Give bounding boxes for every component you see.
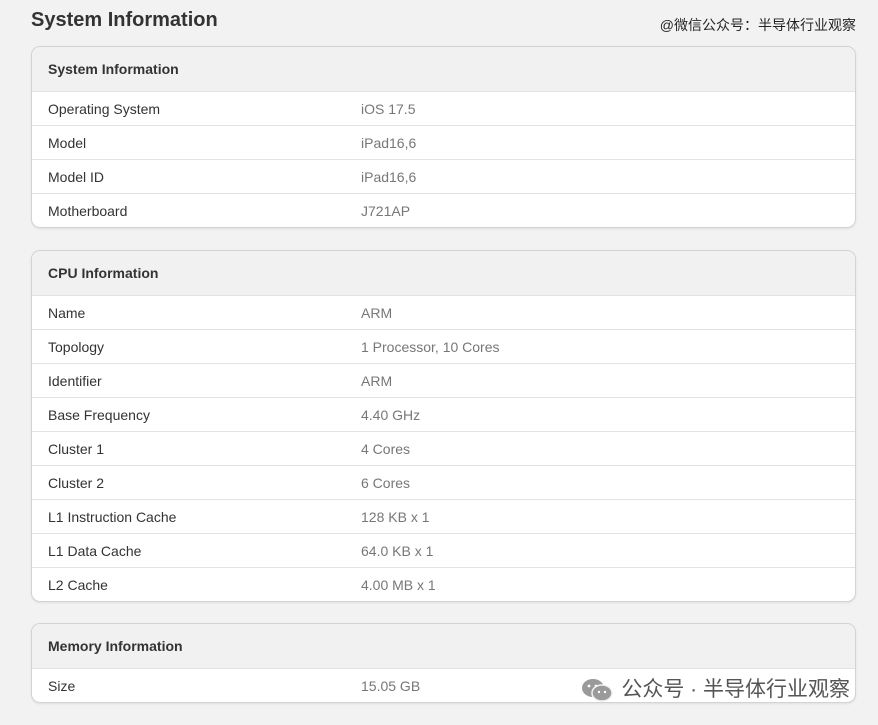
row-value: 1 Processor, 10 Cores: [361, 338, 500, 355]
row-value: iPad16,6: [361, 134, 417, 151]
row-value: iPad16,6: [361, 168, 417, 185]
row-value: 4.40 GHz: [361, 406, 421, 423]
table-row: Motherboard J721AP: [32, 193, 855, 227]
row-value: J721AP: [361, 202, 411, 219]
row-value: 6 Cores: [361, 474, 411, 491]
table-row: Topology 1 Processor, 10 Cores: [32, 329, 855, 363]
table-row: L1 Data Cache 64.0 KB x 1: [32, 533, 855, 567]
card-header: Memory Information: [32, 624, 855, 668]
cpu-information-card: CPU Information Name ARM Topology 1 Proc…: [31, 250, 856, 602]
row-label: Motherboard: [48, 202, 128, 219]
row-label: Model ID: [48, 168, 105, 185]
row-label: Cluster 1: [48, 440, 105, 457]
row-label: Cluster 2: [48, 474, 105, 491]
row-label: L1 Data Cache: [48, 542, 142, 559]
page-title: System Information: [31, 9, 218, 31]
card-header: CPU Information: [32, 251, 855, 295]
row-label: Name: [48, 304, 86, 321]
watermark-text: @微信公众号：半导体行业观察: [659, 17, 856, 33]
row-value: 4 Cores: [361, 440, 411, 457]
table-row: L2 Cache 4.00 MB x 1: [32, 567, 855, 601]
row-value: iOS 17.5: [361, 100, 416, 117]
watermark-text: 公众号 · 半导体行业观察: [621, 678, 850, 701]
row-value: 64.0 KB x 1: [361, 542, 434, 559]
table-row: Model iPad16,6: [32, 125, 855, 159]
wechat-icon: [582, 679, 614, 702]
row-label: L2 Cache: [48, 576, 108, 593]
table-row: L1 Instruction Cache 128 KB x 1: [32, 499, 855, 533]
card-header: System Information: [32, 47, 855, 91]
table-row: Base Frequency 4.40 GHz: [32, 397, 855, 431]
system-information-card: System Information Operating System iOS …: [31, 46, 856, 228]
table-row: Name ARM: [32, 295, 855, 329]
table-row: Cluster 2 6 Cores: [32, 465, 855, 499]
row-label: Size: [48, 677, 76, 694]
table-row: Cluster 1 4 Cores: [32, 431, 855, 465]
row-label: Topology: [48, 338, 105, 355]
table-row: Operating System iOS 17.5: [32, 91, 855, 125]
row-value: 128 KB x 1: [361, 508, 430, 525]
row-value: ARM: [361, 304, 393, 321]
watermark-badge: 公众号 · 半导体行业观察: [581, 676, 850, 704]
row-value: 15.05 GB: [361, 677, 421, 694]
row-label: L1 Instruction Cache: [48, 508, 177, 525]
table-row: Identifier ARM: [32, 363, 855, 397]
row-value: ARM: [361, 372, 393, 389]
row-label: Identifier: [48, 372, 102, 389]
row-label: Operating System: [48, 100, 161, 117]
table-row: Model ID iPad16,6: [32, 159, 855, 193]
row-label: Base Frequency: [48, 406, 150, 423]
row-label: Model: [48, 134, 87, 151]
row-value: 4.00 MB x 1: [361, 576, 436, 593]
